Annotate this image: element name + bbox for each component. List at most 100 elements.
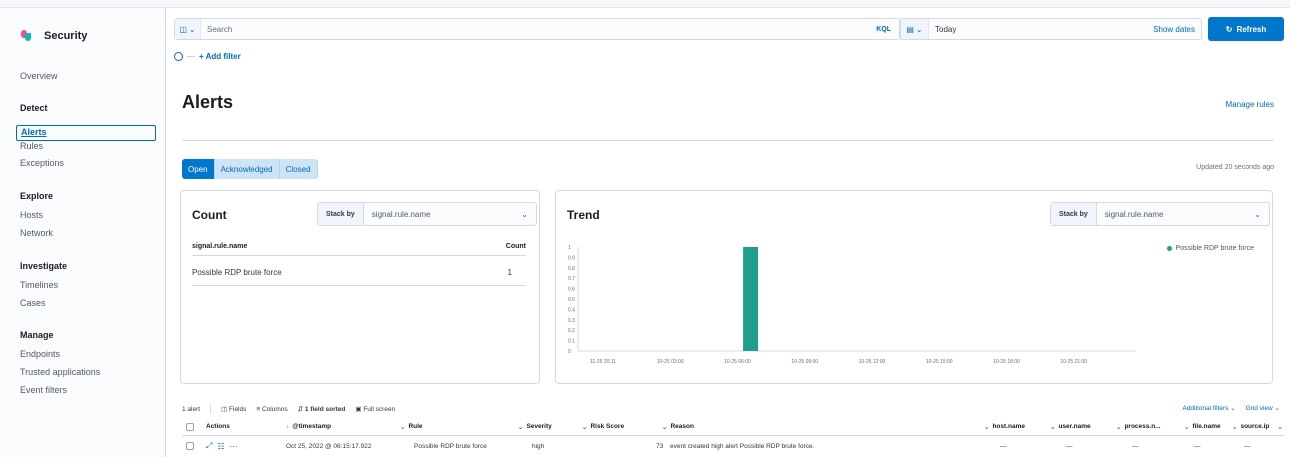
sidebar-group-investigate: Investigate [20, 261, 68, 271]
y-tick-label: 0.5 [568, 297, 575, 303]
analyze-event-icon[interactable]: ☷ [217, 442, 224, 451]
sidebar-item-hosts[interactable]: Hosts [20, 210, 43, 220]
chevron-down-icon: ⌄ [1050, 423, 1056, 431]
main-content: ◫ ⌄ Search KQL ▤ ⌄ Today Show dates ↻ Refr… [166, 8, 1290, 457]
fields-button[interactable]: ◫ Fields [221, 405, 246, 413]
x-tick-label: 10-25 12:00 [859, 359, 886, 365]
sidebar-item-network[interactable]: Network [20, 228, 53, 238]
column-header-risk-score[interactable]: ⌄ Risk Score [582, 418, 624, 435]
divider [182, 140, 1274, 141]
row-checkbox[interactable] [186, 436, 194, 456]
refresh-label: Refresh [1236, 24, 1267, 34]
status-tabs: Open Acknowledged Closed [182, 159, 318, 179]
chart-legend[interactable]: Possible RDP brute force [1166, 245, 1254, 252]
column-header[interactable]: Count [506, 243, 526, 250]
expand-icon[interactable]: ⤢ [206, 441, 212, 451]
filter-options-icon[interactable] [174, 52, 183, 61]
add-filter-button[interactable]: + Add filter [199, 52, 241, 61]
more-actions-icon[interactable]: ⋯ [230, 442, 238, 451]
app-brand[interactable]: Security [20, 30, 87, 42]
column-header-file-name[interactable]: ⌄ file.name [1184, 418, 1221, 435]
trend-panel: Trend Stack by signal.rule.name ⌄ Possib… [555, 190, 1273, 384]
chevron-down-icon: ⌄ [400, 423, 406, 431]
security-logo-icon [20, 30, 32, 42]
chevron-down-icon: ⌄ [1277, 423, 1283, 431]
cell-host-name: — [1000, 442, 1007, 450]
column-header[interactable]: signal.rule.name [192, 243, 247, 250]
y-tick-label: 0.9 [568, 255, 575, 261]
search-input[interactable]: Search [207, 25, 876, 34]
stack-by-value: signal.rule.name [371, 209, 431, 219]
cell-timestamp: Oct 25, 2022 @ 06:15:17.922 [286, 442, 372, 450]
sidebar-item-event-filters[interactable]: Event filters [20, 385, 67, 395]
column-header-actions[interactable]: Actions [206, 418, 230, 435]
chevron-down-icon: ⌄ [1254, 209, 1261, 219]
table-row[interactable]: ⤢ ☷ ⋯ Oct 25, 2022 @ 06:15:17.922 Possib… [182, 436, 1284, 456]
sidebar-item-alerts[interactable]: Alerts [16, 125, 156, 141]
sort-icon: ⇵ [297, 406, 305, 413]
columns-button[interactable]: ≡ Columns [256, 406, 287, 413]
show-dates-button[interactable]: Show dates [1153, 25, 1195, 34]
sidebar-item-rules[interactable]: Rules [20, 141, 43, 151]
sort-button[interactable]: ⇵ 1 field sorted [298, 405, 346, 413]
column-header-severity[interactable]: ⌄ Severity [518, 418, 552, 435]
sidebar-group-detect: Detect [20, 103, 48, 113]
column-header-timestamp[interactable]: ↓ @timestamp [286, 418, 331, 435]
x-tick-label: 11-25 20:11 [590, 359, 616, 365]
alerts-grid-header: Actions ↓ @timestamp ⌄ Rule ⌄ Severity ⌄ Ris… [182, 418, 1284, 436]
saved-query-menu-button[interactable]: ◫ ⌄ [175, 19, 201, 39]
additional-filters-button[interactable]: Additional filters ⌄ [1182, 404, 1235, 412]
stack-by-label: Stack by [318, 203, 364, 225]
column-header-host-name[interactable]: ⌄ host.name [984, 418, 1025, 435]
full-screen-button[interactable]: ▣ Full screen [355, 405, 395, 413]
refresh-button[interactable]: ↻ Refresh [1208, 17, 1284, 41]
tab-closed[interactable]: Closed [279, 159, 318, 179]
cell-risk-score: 73 [656, 442, 664, 450]
updated-timestamp: Updated 20 seconds ago [1196, 164, 1274, 171]
y-tick-label: 0.7 [568, 276, 575, 282]
sort-down-icon: ↓ [286, 423, 290, 430]
grid-toolbar: 1 alert ◫ Fields ≡ Columns ⇵ 1 field sor… [182, 404, 395, 414]
stack-by-value: signal.rule.name [1104, 209, 1164, 219]
x-tick-label: 10-25 21:00 [1060, 359, 1087, 365]
chevron-down-icon: ⌄ [1230, 405, 1236, 412]
date-range-value[interactable]: Today [935, 25, 1153, 34]
column-header-source-ip[interactable]: ⌄ source.ip ⌄ [1232, 418, 1283, 435]
chevron-down-icon: ⌄ [984, 423, 990, 431]
row-actions: ⤢ ☷ ⋯ [206, 436, 243, 456]
column-header-process-name[interactable]: ⌄ process.n... [1116, 418, 1161, 435]
app-title: Security [44, 30, 88, 42]
sidebar-item-cases[interactable]: Cases [20, 298, 46, 308]
quick-date-menu-button[interactable]: ▤ ⌄ [901, 19, 929, 39]
cell-rule[interactable]: Possible RDP brute force [414, 436, 487, 456]
tab-open[interactable]: Open [182, 159, 215, 179]
column-header-rule[interactable]: ⌄ Rule [400, 418, 423, 435]
sidebar-item-exceptions[interactable]: Exceptions [20, 158, 64, 168]
count-table-header: signal.rule.name Count [192, 243, 526, 256]
chevron-down-icon: ⌄ [1232, 423, 1238, 431]
y-tick-label: 0 [568, 349, 571, 355]
y-tick-label: 0.3 [568, 318, 575, 324]
manage-rules-link[interactable]: Manage rules [1226, 100, 1274, 109]
alert-count: 1 alert [182, 405, 201, 413]
sidebar-item-endpoints[interactable]: Endpoints [20, 349, 60, 359]
column-header-user-name[interactable]: ⌄ user.name [1050, 418, 1091, 435]
query-language-button[interactable]: KQL [876, 26, 891, 33]
count-stack-by-select[interactable]: Stack by signal.rule.name ⌄ [317, 202, 537, 226]
query-bar: ◫ ⌄ Search KQL [174, 18, 900, 40]
select-all-checkbox[interactable] [186, 418, 194, 435]
sidebar-item-timelines[interactable]: Timelines [20, 280, 58, 290]
sidebar-item-trusted-applications[interactable]: Trusted applications [20, 367, 100, 377]
trend-stack-by-select[interactable]: Stack by signal.rule.name ⌄ [1050, 202, 1270, 226]
grid-view-button[interactable]: Grid view ⌄ [1246, 404, 1280, 412]
chevron-down-icon: ⌄ [1184, 423, 1190, 431]
refresh-icon: ↻ [1225, 24, 1233, 34]
column-header-reason[interactable]: ⌄ Reason [662, 418, 694, 435]
x-tick-label: 10-25 09:00 [791, 359, 818, 365]
trend-panel-title: Trend [567, 208, 600, 222]
tab-acknowledged[interactable]: Acknowledged [214, 159, 280, 179]
sidebar-item-overview[interactable]: Overview [20, 71, 58, 81]
y-tick-label: 0.1 [568, 339, 575, 345]
chevron-down-icon: ⌄ [518, 423, 524, 431]
count-panel: Count Stack by signal.rule.name ⌄ signal… [180, 190, 540, 384]
